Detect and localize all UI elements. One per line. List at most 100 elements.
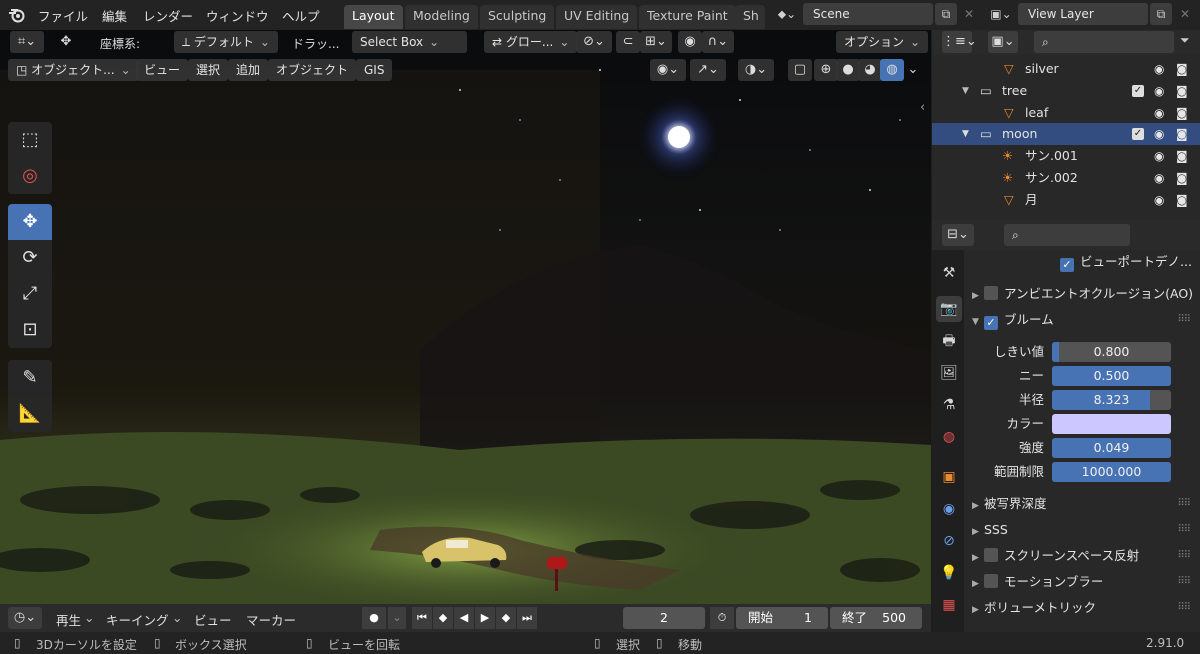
render-camera-icon[interactable]: ◙ [1176, 58, 1188, 80]
timeline-view-menu[interactable]: ビュー [194, 610, 232, 629]
eye-icon[interactable]: ◉ [1154, 167, 1164, 189]
object-data-tab-icon[interactable]: 💡 [936, 560, 962, 586]
select-box-tool-icon[interactable]: ⬚ [8, 122, 52, 158]
mode-dropdown[interactable]: ◳ オブジェクト... [8, 59, 139, 81]
editor-type-icon[interactable]: ◷⌄ [8, 607, 42, 629]
outliner-row-tree[interactable]: ▼ ▭ tree ✓ ◉ ◙ [932, 80, 1200, 102]
panel-grip-icon[interactable]: ⠿⠿ [1177, 308, 1191, 332]
snap-target-icon[interactable]: ⊞⌄ [640, 31, 672, 53]
move-tool-icon[interactable]: ✥ [8, 204, 52, 240]
view-layer-tab-icon[interactable]: 🖼 [936, 360, 962, 386]
xray-icon[interactable]: ▢ [788, 59, 812, 81]
tab-texture-paint[interactable]: Texture Paint [639, 5, 736, 29]
viewport-denoise-checkbox[interactable]: ✓ ビューポートデノ... [1060, 250, 1192, 274]
outliner-display-mode-icon[interactable]: ⋮≡⌄ [942, 31, 977, 53]
close-icon[interactable]: ✕ [958, 3, 980, 25]
transform-tool-icon[interactable]: ⊡ [8, 312, 52, 348]
eye-icon[interactable]: ◉ [1154, 189, 1164, 211]
bloom-color-field[interactable] [1052, 414, 1171, 434]
orientation-dropdown[interactable]: ⟂ デフォルト [174, 31, 278, 53]
bloom-intensity-field[interactable]: 0.049 [1052, 438, 1171, 458]
bloom-radius-field[interactable]: 8.323 [1052, 390, 1171, 410]
start-frame-field[interactable]: 開始 1 [736, 607, 828, 629]
panel-grip-icon[interactable]: ⠿⠿ [1177, 492, 1191, 516]
world-tab-icon[interactable]: ◍ [936, 424, 962, 450]
outliner-row-sun-002[interactable]: ☀ サン.002 ◉ ◙ [932, 167, 1200, 189]
include-checkbox[interactable]: ✓ [1132, 128, 1144, 140]
panel-motion-blur[interactable]: ▶ モーションブラー ⠿⠿ [964, 570, 1200, 594]
render-tab-icon[interactable]: 📷 [936, 296, 962, 322]
material-shading-icon[interactable]: ◕ [858, 59, 882, 81]
filter-icon[interactable]: ⏷ [1180, 33, 1190, 48]
view-layer-icon[interactable]: ▣⌄ [986, 3, 1016, 25]
panel-grip-icon[interactable]: ⠿⠿ [1177, 518, 1191, 542]
new-view-layer-icon[interactable]: ⧉ [1150, 3, 1172, 25]
outliner-row-leaf[interactable]: ▽ leaf ◉ ◙ [932, 102, 1200, 124]
render-camera-icon[interactable]: ◙ [1176, 80, 1188, 102]
scene-icon[interactable]: ⬥⌄ [772, 3, 802, 25]
panel-grip-icon[interactable]: ⠿⠿ [1177, 544, 1191, 568]
menu-render[interactable]: レンダー [143, 6, 193, 25]
panel-depth-of-field[interactable]: ▶ 被写界深度 ⠿⠿ [964, 492, 1200, 516]
bloom-knee-field[interactable]: 0.500 [1052, 366, 1171, 386]
eye-icon[interactable]: ◉ [1154, 145, 1164, 167]
menu-object[interactable]: オブジェクト [268, 59, 357, 81]
output-tab-icon[interactable]: 🖶 [936, 328, 962, 354]
tool-tab-icon[interactable]: ⚒ [936, 260, 962, 286]
jump-start-icon[interactable]: ⏮ [412, 607, 432, 629]
scene-tab-icon[interactable]: ⚗ [936, 392, 962, 418]
3d-viewport[interactable]: ⌗⌄ ✥ 座標系: ⟂ デフォルト ドラッ... Select Box ⇄ グロ… [0, 30, 931, 604]
outliner-filter-type-icon[interactable]: ▣⌄ [988, 31, 1018, 53]
pivot-dropdown[interactable]: ⇄ グロー... [484, 31, 578, 53]
falloff-icon[interactable]: ∩⌄ [702, 31, 734, 53]
rotate-tool-icon[interactable]: ⟳ [8, 240, 52, 276]
gizmo-icon[interactable]: ↗⌄ [690, 59, 726, 81]
scene-field[interactable]: Scene [803, 3, 933, 25]
playback-menu[interactable]: 再生 [56, 610, 81, 629]
bloom-checkbox[interactable]: ✓ [984, 316, 998, 330]
transform-pivot-icon[interactable]: ⌗⌄ [10, 31, 44, 53]
ao-checkbox[interactable] [984, 286, 998, 300]
include-checkbox[interactable]: ✓ [1132, 85, 1144, 97]
move-gizmo-icon[interactable]: ✥ [54, 31, 78, 53]
snap-icon[interactable]: ⊘⌄ [576, 31, 612, 53]
new-scene-icon[interactable]: ⧉ [935, 3, 957, 25]
magnet-icon[interactable]: ⊂ [616, 31, 640, 53]
render-camera-icon[interactable]: ◙ [1176, 102, 1188, 124]
wireframe-shading-icon[interactable]: ⊕ [814, 59, 838, 81]
tab-layout[interactable]: Layout [344, 5, 403, 29]
panel-ssr[interactable]: ▶ スクリーンスペース反射 ⠿⠿ [964, 544, 1200, 568]
bloom-clamp-field[interactable]: 1000.000 [1052, 462, 1171, 482]
eye-icon[interactable]: ◉ [1154, 58, 1164, 80]
panel-bloom[interactable]: ▼ ✓ ブルーム ⠿⠿ [964, 308, 1200, 332]
menu-select[interactable]: 選択 [188, 59, 229, 81]
select-mode-dropdown[interactable]: Select Box [352, 31, 467, 53]
record-icon[interactable]: ● [362, 607, 386, 629]
tab-uv-editing[interactable]: UV Editing [556, 5, 638, 29]
eye-icon[interactable]: ◉ [1154, 102, 1164, 124]
texture-tab-icon[interactable]: ▦ [936, 592, 962, 618]
end-frame-field[interactable]: 終了 500 [830, 607, 922, 629]
panel-sss[interactable]: ▶ SSS ⠿⠿ [964, 518, 1200, 542]
current-frame-field[interactable]: 2 [623, 607, 705, 629]
blender-logo-icon[interactable] [8, 6, 26, 24]
panel-ambient-occlusion[interactable]: ▶ アンビエントオクルージョン(AO) [964, 282, 1200, 306]
record-options-icon[interactable]: ⌄ [388, 607, 406, 629]
sidebar-toggle-icon[interactable]: ‹ [920, 100, 925, 115]
object-tab-icon[interactable]: ▣ [936, 464, 962, 490]
menu-file[interactable]: ファイル [38, 6, 88, 25]
remove-view-layer-icon[interactable]: ✕ [1174, 3, 1196, 25]
denoise-row[interactable]: ✓ ビューポートデノ... [964, 250, 1200, 274]
keying-menu[interactable]: キーイング [106, 610, 169, 629]
properties-editor-type-icon[interactable]: ⊟⌄ [942, 224, 974, 246]
constraints-tab-icon[interactable]: ⊘ [936, 528, 962, 554]
render-camera-icon[interactable]: ◙ [1176, 123, 1188, 145]
menu-add[interactable]: 追加 [228, 59, 269, 81]
render-camera-icon[interactable]: ◙ [1176, 189, 1188, 211]
outliner-row-moon[interactable]: ▼ ▭ moon ✓ ◉ ◙ [932, 123, 1200, 145]
motion-blur-checkbox[interactable] [984, 574, 998, 588]
render-camera-icon[interactable]: ◙ [1176, 145, 1188, 167]
panel-volumetrics[interactable]: ▶ ボリューメトリック ⠿⠿ [964, 596, 1200, 620]
outliner-search-input[interactable]: ⌕ [1034, 31, 1174, 53]
expand-arrow-icon[interactable]: ▼ [962, 80, 969, 102]
